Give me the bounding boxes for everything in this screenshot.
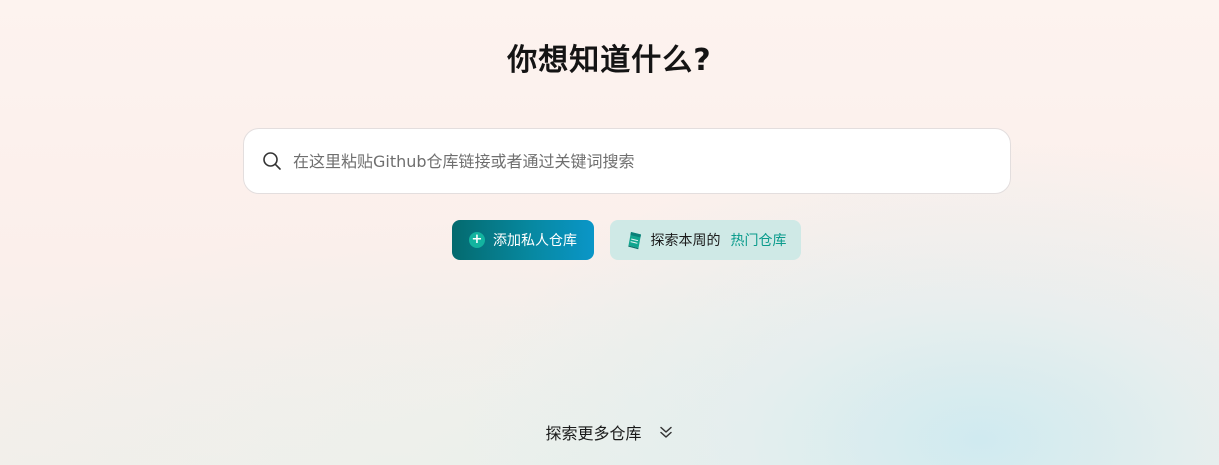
plus-circle-icon: +	[469, 232, 485, 248]
explore-weekly-hot-button[interactable]: 探索本周的 热门仓库	[610, 220, 801, 260]
double-chevron-down-icon	[658, 424, 674, 440]
add-private-repo-label: 添加私人仓库	[493, 233, 577, 249]
book-icon	[625, 230, 645, 250]
search-input[interactable]	[293, 146, 973, 176]
action-buttons: + 添加私人仓库 探索本周的 热门仓库	[452, 220, 801, 260]
add-private-repo-button[interactable]: + 添加私人仓库	[452, 220, 594, 260]
search-box[interactable]	[243, 128, 1011, 194]
search-icon	[262, 151, 282, 171]
page-title: 你想知道什么?	[507, 43, 712, 78]
explore-weekly-label: 探索本周的	[650, 233, 721, 249]
explore-more-label: 探索更多仓库	[545, 424, 642, 443]
explore-more-repos[interactable]: 探索更多仓库	[0, 420, 1219, 444]
hot-repos-label: 热门仓库	[730, 233, 787, 249]
